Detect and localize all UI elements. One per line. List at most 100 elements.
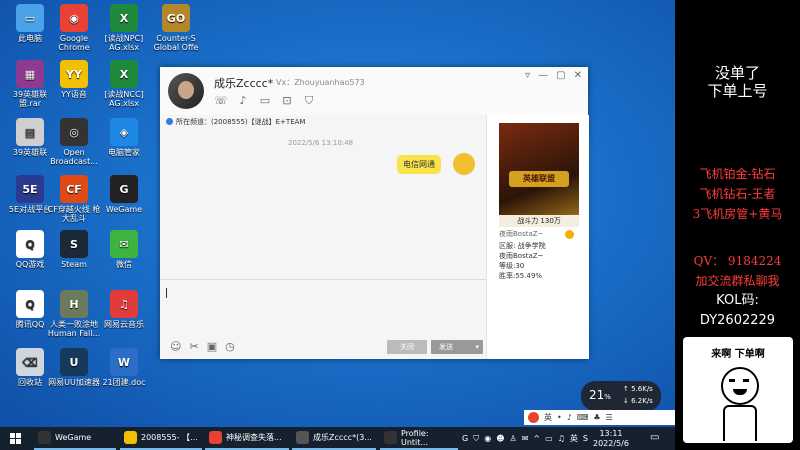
app-icon: ⌫ [16, 348, 44, 376]
desktop-icon-label: 网易云音乐 [104, 320, 144, 329]
taskbar-item[interactable]: 神秘调查失落... [205, 427, 289, 450]
keyboard-icon[interactable]: ⌨ [577, 413, 589, 422]
volume-icon[interactable]: ♫ [558, 434, 565, 443]
desktop-icon[interactable]: YY YY语音 [46, 60, 102, 99]
mic-icon[interactable]: ♪ [567, 413, 572, 422]
meme-body [723, 405, 757, 441]
taskbar-item[interactable]: 成乐Zcccc*(3... [292, 427, 376, 450]
network-percent-value: 21 [589, 388, 605, 402]
desktop-icon[interactable]: G WeGame [96, 175, 152, 214]
desktop-icon-label: YY语音 [61, 90, 87, 99]
desktop-icon[interactable]: ◉ Google Chrome [46, 4, 102, 52]
emoji-icon[interactable]: ☺ [170, 340, 181, 353]
app-icon: W [110, 348, 138, 376]
input-divider [160, 279, 486, 280]
desktop-icon[interactable]: GO Counter-S Global Offe [148, 4, 204, 52]
clock-date: 2022/5/6 [593, 439, 629, 448]
network-percent-unit: % [604, 393, 611, 401]
desktop-icon[interactable]: S Steam [46, 230, 102, 269]
meme-text: 来啊 下单啊 [711, 349, 765, 360]
network-tray-icon[interactable]: ▭ [545, 434, 553, 443]
upload-speed-value: 5.6K/s [631, 385, 653, 393]
taskbar-app-icon [38, 431, 51, 444]
shield-tray-icon[interactable]: ⛉ [473, 434, 479, 444]
ime-toolbar[interactable]: 英 • ♪ ⌨ ♣ ☰ [524, 410, 675, 425]
chat-window[interactable]: 成乐Zcccc* Vx：Zhouyuanhao573 ☏ ♪ ▭ ⊡ ⛉ ▿ —… [160, 67, 589, 359]
desktop-icon[interactable]: X [读战NCC] AG.xlsx [96, 60, 152, 108]
desktop-icon[interactable]: ◈ 电脑管家 [96, 118, 152, 157]
history-icon[interactable]: ◷ [225, 340, 235, 353]
taskbar-item[interactable]: WeGame [34, 427, 116, 450]
qq-tray-icon[interactable]: ♙ [510, 434, 517, 443]
close-button[interactable]: 关闭 [387, 340, 427, 354]
desktop-icon[interactable]: CF CF穿越火线 枪大乱斗 [46, 175, 102, 223]
desktop-icon[interactable]: ✉ 微信 [96, 230, 152, 269]
chat-header: 成乐Zcccc* Vx：Zhouyuanhao573 ☏ ♪ ▭ ⊡ ⛉ ▿ —… [160, 67, 588, 115]
channel-notice-text: 所在频道：(2008555)【谜战】E+TEAM [176, 118, 306, 126]
header-toolbar: ☏ ♪ ▭ ⊡ ⛉ [214, 95, 316, 107]
voice-call-icon[interactable]: ☏ [214, 95, 228, 107]
remote-icon[interactable]: ⊡ [280, 95, 294, 107]
desktop-icon-label: [读战NCC] AG.xlsx [104, 90, 144, 108]
desktop-icon-label: [读战NPC] AG.xlsx [104, 34, 144, 52]
taskbar-item[interactable]: Profile: Untit... [380, 427, 458, 450]
send-button[interactable]: 发送 ▾ [431, 340, 483, 354]
desktop-icon-label: Steam [61, 260, 87, 269]
chrome-tray-icon[interactable]: ◉ [484, 434, 491, 443]
overlay-heading: 没单了 下单上号 [675, 64, 800, 100]
close-icon[interactable]: ✕ [574, 70, 582, 81]
wechat-tray-icon[interactable]: ✉ [522, 434, 529, 443]
contact-account: Vx：Zhouyuanhao573 [276, 78, 365, 87]
share-screen-icon[interactable]: ▭ [258, 95, 272, 107]
desktop-icon[interactable]: X [读战NPC] AG.xlsx [96, 4, 152, 52]
punctuation-icon[interactable]: • [557, 413, 562, 422]
desktop-icon[interactable]: ♫ 网易云音乐 [96, 290, 152, 329]
windows-start-icon[interactable] [10, 433, 21, 444]
expand-tray-icon[interactable]: ^ [533, 434, 540, 443]
app-icon: ✉ [110, 230, 138, 258]
app-icon: X [110, 60, 138, 88]
network-widget[interactable]: 21% ↑ 5.6K/s ↓ 6.2K/s [581, 381, 661, 411]
chevron-down-icon[interactable]: ▾ [475, 340, 479, 354]
desktop-icon[interactable]: U 网易UU加速器 [46, 348, 102, 387]
notification-icon[interactable]: ▭ [650, 432, 659, 443]
desktop-icon-label: Open Broadcast... [50, 148, 98, 166]
desktop-icon-label: 微信 [116, 260, 132, 269]
minimize-icon[interactable]: — [538, 70, 548, 81]
tray-language[interactable]: 英 [570, 433, 578, 444]
microphone-icon[interactable]: ♪ [236, 95, 250, 107]
wegame-tray-icon[interactable]: G [462, 434, 468, 443]
contact-avatar[interactable] [168, 73, 204, 109]
ime-language[interactable]: 英 [544, 412, 552, 423]
overlay-heading-line: 没单了 [714, 64, 760, 82]
rank-info: 区服: 战争学院 夜雨BostaZ~ 等级:30 胜率:55.49% [499, 241, 546, 281]
taskbar-item-label: Profile: Untit... [400, 428, 429, 447]
yy-tray-icon[interactable]: ☻ [496, 434, 504, 443]
app-icon: Q [16, 290, 44, 318]
upload-speed: ↑ 5.6K/s [623, 385, 653, 393]
server-prefix: 夜雨BostaZ~ [499, 230, 544, 238]
desktop-icon[interactable]: W 21团建.doc [96, 348, 152, 387]
sogou-tray-icon[interactable]: S [583, 434, 588, 443]
app-icon: U [60, 348, 88, 376]
scissors-icon[interactable]: ✂ [189, 340, 198, 353]
shield-icon[interactable]: ⛉ [302, 95, 316, 107]
maximize-icon[interactable]: ▢ [556, 70, 565, 81]
app-icon: ◉ [60, 4, 88, 32]
taskbar-item[interactable]: 2008555- 【... [120, 427, 202, 450]
taskbar-app-icon [209, 431, 222, 444]
clock[interactable]: 13:11 2022/5/6 [593, 429, 629, 449]
desktop-icon[interactable]: ◎ Open Broadcast... [46, 118, 102, 166]
pin-icon[interactable]: ▿ [525, 70, 530, 81]
menu-icon[interactable]: ☰ [606, 413, 613, 422]
taskbar-app-icon [124, 431, 137, 444]
image-icon[interactable]: ▣ [207, 340, 217, 353]
network-percent: 21% [589, 388, 611, 402]
window-controls: ▿ — ▢ ✕ [525, 70, 582, 81]
channel-icon [166, 118, 173, 125]
app-icon: Q [16, 230, 44, 258]
skin-icon[interactable]: ♣ [593, 413, 600, 422]
desktop-icon[interactable]: H 人类一败涂地 Human Fall... [46, 290, 102, 338]
app-icon: CF [60, 175, 88, 203]
taskbar-app-icon [296, 431, 309, 444]
